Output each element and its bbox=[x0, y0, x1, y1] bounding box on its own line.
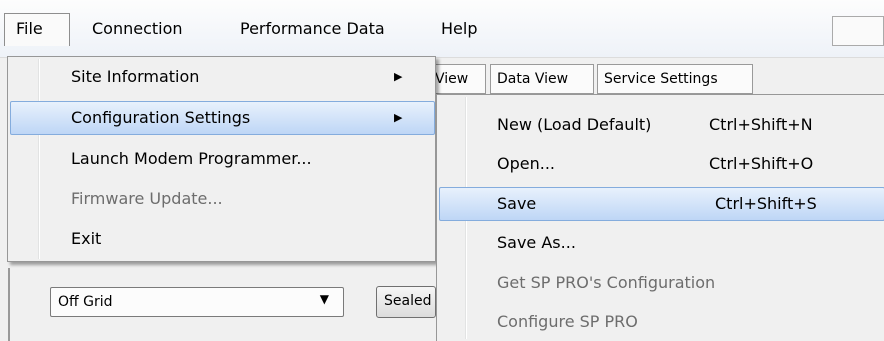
submenu-item-label: Configure SP PRO bbox=[497, 312, 638, 331]
chevron-down-icon: ▼ bbox=[319, 292, 329, 306]
configuration-submenu: New (Load Default) Ctrl+Shift+N Open... … bbox=[436, 94, 884, 341]
tab-data-view-label: Data View bbox=[497, 71, 569, 87]
tab-data-view[interactable]: Data View bbox=[490, 64, 594, 94]
submenu-arrow-icon: ▶ bbox=[394, 111, 403, 124]
toolbar-box bbox=[832, 16, 884, 46]
menu-help[interactable]: Help bbox=[441, 19, 477, 38]
submenu-arrow-icon: ▶ bbox=[394, 70, 403, 83]
submenu-item-save-as[interactable]: Save As... bbox=[439, 227, 884, 259]
menu-item-exit[interactable]: Exit bbox=[10, 223, 433, 255]
menu-connection[interactable]: Connection bbox=[92, 19, 183, 38]
menu-item-site-information[interactable]: Site Information ▶ bbox=[10, 61, 433, 93]
battery-type-label: Sealed bbox=[384, 293, 432, 309]
submenu-item-new-load-default[interactable]: New (Load Default) Ctrl+Shift+N bbox=[439, 109, 884, 141]
submenu-item-open[interactable]: Open... Ctrl+Shift+O bbox=[439, 148, 884, 180]
battery-type-button[interactable]: Sealed bbox=[376, 286, 436, 318]
submenu-item-shortcut: Ctrl+Shift+S bbox=[715, 194, 817, 213]
submenu-item-label: Save As... bbox=[497, 233, 576, 252]
submenu-item-configure-sp-pro: Configure SP PRO bbox=[439, 306, 884, 338]
tab-service-settings-label: Service Settings bbox=[604, 71, 718, 87]
menu-item-configuration-settings[interactable]: Configuration Settings ▶ bbox=[10, 101, 435, 135]
system-mode-value: Off Grid bbox=[58, 294, 113, 310]
menu-item-label: Site Information bbox=[71, 67, 200, 86]
submenu-item-shortcut: Ctrl+Shift+N bbox=[709, 115, 813, 134]
menu-item-firmware-update: Firmware Update... bbox=[10, 183, 433, 215]
submenu-item-save[interactable]: Save Ctrl+Shift+S bbox=[439, 187, 884, 221]
submenu-item-label: Save bbox=[497, 194, 537, 213]
menu-bar: File Connection Performance Data Help bbox=[0, 0, 884, 58]
tab-view-label: View bbox=[435, 71, 469, 87]
submenu-item-shortcut: Ctrl+Shift+O bbox=[709, 154, 814, 173]
submenu-item-label: Open... bbox=[497, 154, 555, 173]
system-mode-select[interactable]: Off Grid ▼ bbox=[50, 287, 344, 317]
submenu-item-label: New (Load Default) bbox=[497, 115, 652, 134]
menu-file[interactable]: File bbox=[16, 19, 43, 38]
submenu-item-label: Get SP PRO's Configuration bbox=[497, 273, 716, 292]
submenu-item-get-sp-pro-configuration: Get SP PRO's Configuration bbox=[439, 267, 884, 299]
tab-service-settings[interactable]: Service Settings bbox=[597, 64, 753, 94]
menu-item-label: Launch Modem Programmer... bbox=[71, 149, 312, 168]
file-menu-dropdown: Site Information ▶ Configuration Setting… bbox=[7, 56, 436, 262]
menu-item-label: Firmware Update... bbox=[71, 189, 223, 208]
content-frame-edge bbox=[8, 268, 10, 341]
menu-item-label: Exit bbox=[71, 229, 102, 248]
menu-item-launch-modem-programmer[interactable]: Launch Modem Programmer... bbox=[10, 143, 433, 175]
menu-performance-data[interactable]: Performance Data bbox=[240, 19, 385, 38]
menu-item-label: Configuration Settings bbox=[71, 108, 251, 127]
